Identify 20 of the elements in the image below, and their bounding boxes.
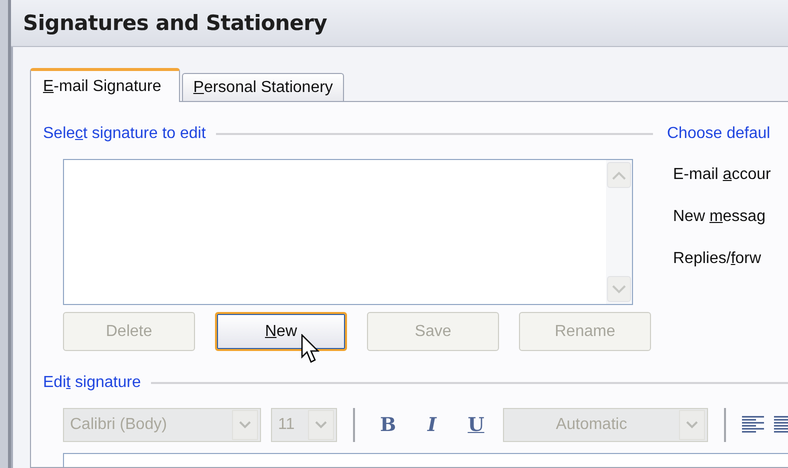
align-left-icon[interactable] bbox=[742, 416, 764, 434]
section-heading: Edit signature bbox=[43, 374, 141, 392]
scroll-up-icon[interactable] bbox=[612, 170, 626, 180]
section-heading: Select signature to edit bbox=[43, 125, 206, 143]
bold-button[interactable]: B bbox=[371, 414, 405, 436]
tab[interactable]: E-mail Signature bbox=[30, 68, 180, 102]
signature-button[interactable]: New bbox=[215, 312, 347, 351]
scroll-down-icon[interactable] bbox=[612, 284, 626, 294]
section-heading: Choose defaul bbox=[667, 125, 770, 143]
signature-editor[interactable] bbox=[63, 453, 788, 467]
window-title: Signatures and Stationery bbox=[23, 11, 328, 35]
field-label: New messag bbox=[673, 207, 766, 227]
field-label: Replies/forw bbox=[673, 249, 762, 269]
signature-list[interactable] bbox=[63, 159, 633, 305]
italic-button[interactable]: I bbox=[415, 414, 449, 436]
field-label: E-mail accour bbox=[673, 165, 771, 185]
tab[interactable]: Personal Stationery bbox=[182, 73, 344, 101]
underline-button[interactable]: U bbox=[459, 414, 493, 436]
mouse-pointer-icon bbox=[301, 334, 321, 364]
scrollbar[interactable] bbox=[606, 160, 632, 304]
